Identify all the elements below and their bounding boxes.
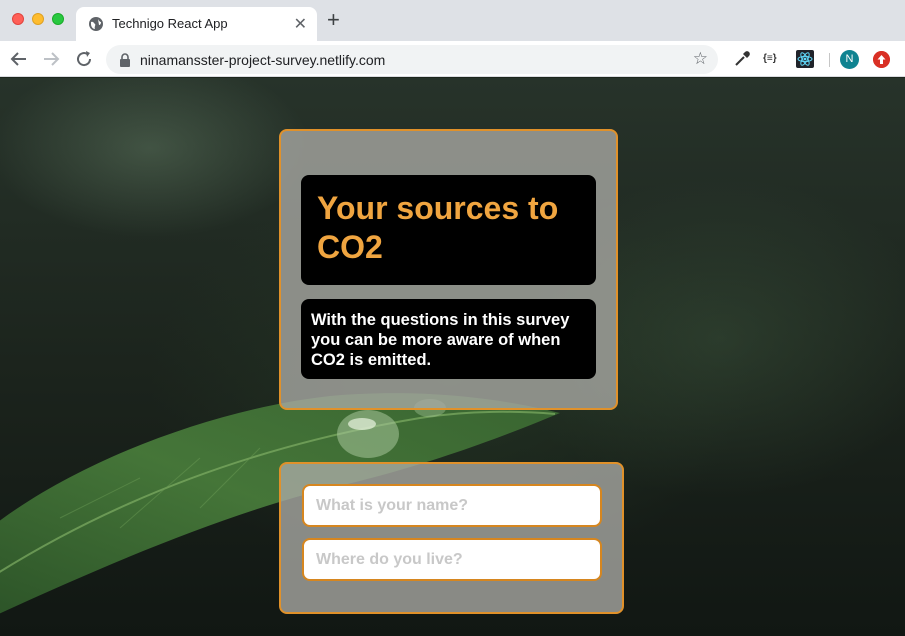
json-viewer-extension-icon[interactable]: {≡} [763,50,781,68]
new-tab-button[interactable]: + [327,9,340,31]
globe-icon [89,17,103,31]
maximize-window-button[interactable] [52,13,64,25]
toolbar-divider [829,53,830,67]
tab-close-icon[interactable]: ✕ [294,14,307,34]
profile-avatar[interactable]: N [840,50,859,69]
address-bar[interactable]: ninamansster-project-survey.netlify.com … [106,45,718,74]
title-box: Your sources to CO2 [301,175,596,285]
eyedropper-extension-icon[interactable] [733,50,751,68]
browser-tab[interactable]: Technigo React App ✕ [76,7,317,41]
minimize-window-button[interactable] [32,13,44,25]
url-text: ninamansster-project-survey.netlify.com [140,52,386,68]
survey-description: With the questions in this survey you ca… [311,311,570,369]
back-arrow-icon[interactable] [8,48,30,70]
browser-toolbar: ninamansster-project-survey.netlify.com … [0,41,905,77]
bookmark-star-icon[interactable]: ☆ [693,49,708,69]
forward-arrow-icon[interactable] [40,48,62,70]
close-window-button[interactable] [12,13,24,25]
tab-title: Technigo React App [112,16,228,31]
name-input[interactable] [302,484,602,527]
survey-intro-card: Your sources to CO2 With the questions i… [279,129,618,410]
survey-form-card [279,462,624,614]
lock-icon [120,53,130,67]
react-devtools-icon[interactable] [796,50,814,68]
description-box: With the questions in this survey you ca… [301,299,596,379]
page-title: Your sources to CO2 [317,190,559,265]
browser-tab-bar: Technigo React App ✕ + [0,0,905,41]
update-icon[interactable] [873,51,890,68]
location-input[interactable] [302,538,602,581]
reload-icon[interactable] [73,48,95,70]
page-background: Your sources to CO2 With the questions i… [0,78,905,636]
